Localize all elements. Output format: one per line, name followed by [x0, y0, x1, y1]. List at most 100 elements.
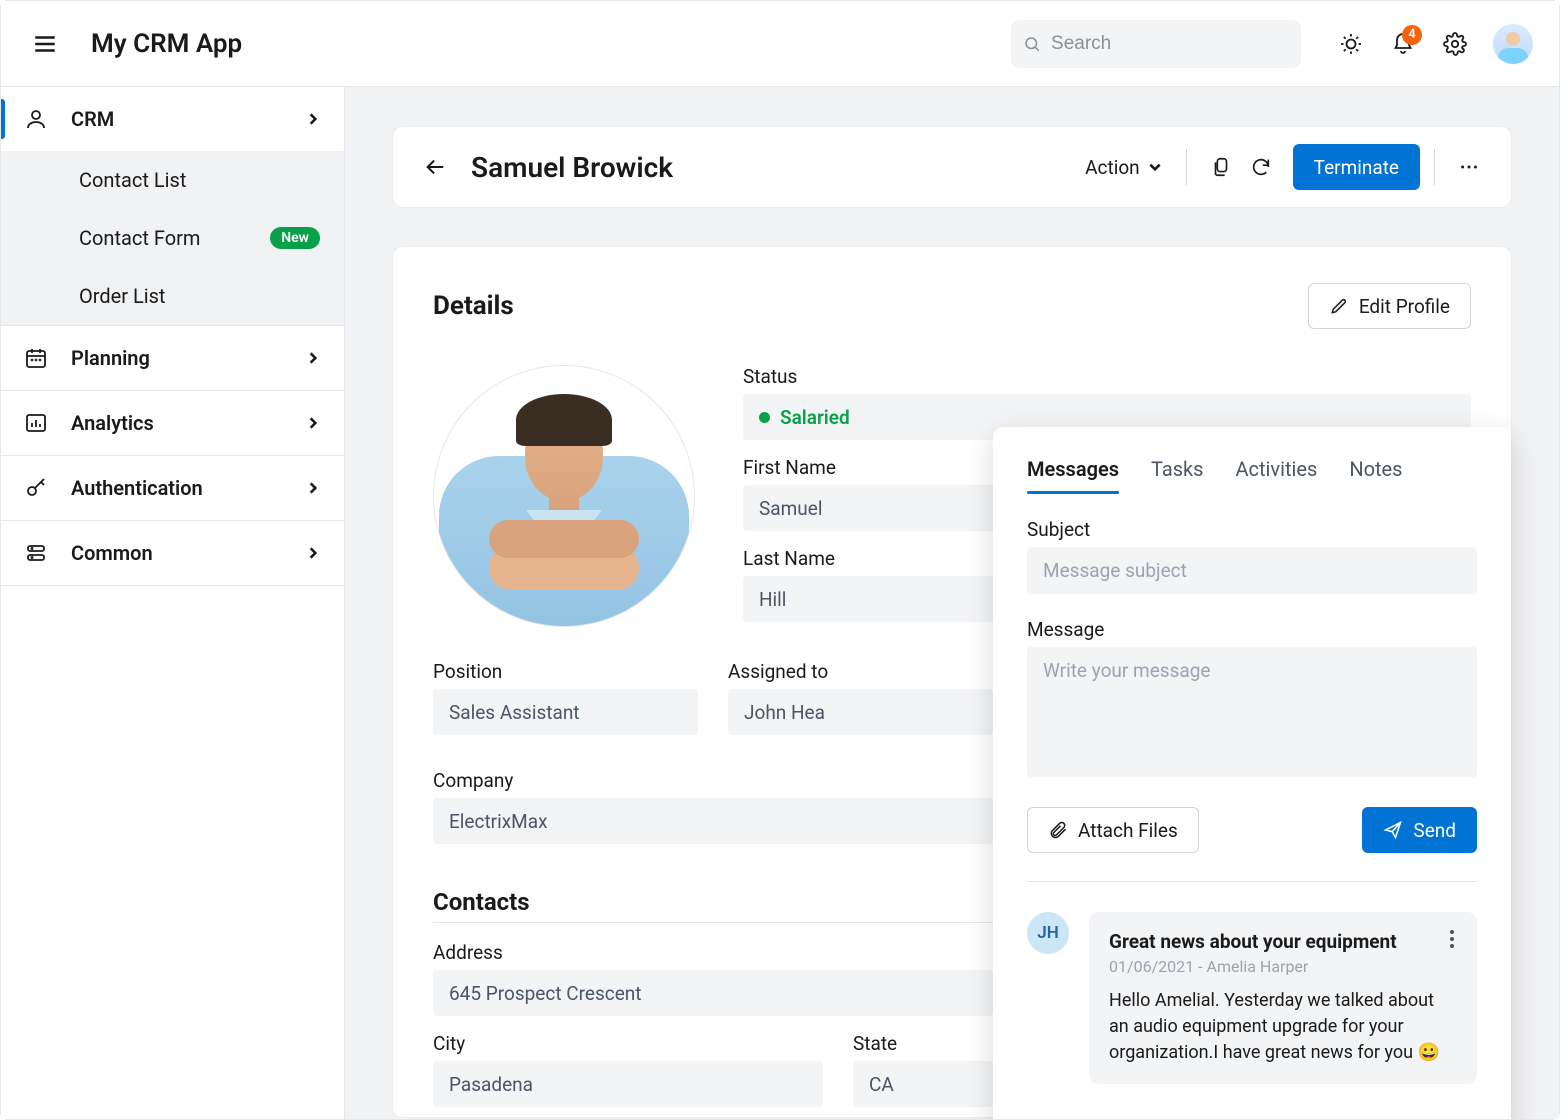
messages-panel: Messages Tasks Activities Notes Subject …	[993, 427, 1511, 1119]
chevron-right-icon	[306, 107, 320, 131]
message-body: Great news about your equipment 01/06/20…	[1089, 912, 1477, 1084]
new-badge: New	[270, 227, 320, 249]
search-input[interactable]	[1049, 32, 1289, 56]
menu-toggle-button[interactable]	[21, 20, 69, 68]
user-avatar[interactable]	[1493, 24, 1533, 64]
subject-label: Subject	[1027, 518, 1477, 541]
panel-tabs: Messages Tasks Activities Notes	[1027, 457, 1477, 494]
sidebar-item-label: Analytics	[71, 411, 154, 435]
message-title: Great news about your equipment	[1109, 930, 1457, 953]
divider	[1434, 149, 1435, 185]
copy-icon	[1210, 156, 1232, 178]
terminate-button[interactable]: Terminate	[1293, 144, 1420, 190]
message-input[interactable]	[1027, 647, 1477, 777]
state-label: State	[853, 1032, 993, 1055]
sidebar-item-label: Contact Form	[79, 226, 200, 250]
search-icon	[1023, 34, 1041, 54]
app-title: My CRM App	[91, 29, 242, 59]
sidebar: CRM Contact List Contact Form New Order …	[1, 87, 345, 1119]
assigned-value: John Hea	[728, 689, 993, 735]
position-value: Sales Assistant	[433, 689, 698, 735]
address-value: 645 Prospect Crescent	[433, 970, 993, 1016]
refresh-icon	[1250, 156, 1272, 178]
sun-icon	[1339, 32, 1363, 56]
attach-files-button[interactable]: Attach Files	[1027, 807, 1199, 853]
theme-toggle-button[interactable]	[1329, 22, 1373, 66]
message-meta: 01/06/2021 - Amelia Harper	[1109, 957, 1457, 976]
sidebar-item-contact-list[interactable]: Contact List	[1, 151, 344, 209]
edit-profile-button[interactable]: Edit Profile	[1308, 283, 1471, 329]
message-author: Amelia Harper	[1207, 957, 1309, 976]
details-title: Details	[433, 291, 514, 321]
notification-badge: 4	[1402, 25, 1422, 45]
sidebar-item-label: Planning	[71, 346, 150, 370]
profile-photo	[433, 365, 695, 627]
state-value: CA	[853, 1061, 993, 1107]
message-label: Message	[1027, 618, 1477, 641]
sidebar-item-label: CRM	[71, 107, 114, 131]
message-more-button[interactable]	[1443, 930, 1461, 948]
send-button[interactable]: Send	[1362, 807, 1477, 853]
stack-icon	[23, 540, 49, 566]
page-title: Samuel Browick	[471, 151, 673, 184]
status-dot-icon	[759, 412, 770, 423]
address-label: Address	[433, 941, 993, 964]
chevron-right-icon	[306, 476, 320, 500]
sidebar-item-label: Common	[71, 541, 153, 565]
sidebar-item-order-list[interactable]: Order List	[1, 267, 344, 325]
chart-icon	[23, 410, 49, 436]
sidebar-item-common[interactable]: Common	[1, 521, 344, 585]
message-avatar: JH	[1027, 912, 1069, 954]
sidebar-item-planning[interactable]: Planning	[1, 326, 344, 390]
chevron-right-icon	[306, 346, 320, 370]
gear-icon	[1443, 32, 1467, 56]
sidebar-item-contact-form[interactable]: Contact Form New	[1, 209, 344, 267]
refresh-button[interactable]	[1241, 147, 1281, 187]
back-button[interactable]	[415, 147, 455, 187]
copy-button[interactable]	[1201, 147, 1241, 187]
action-label: Action	[1085, 156, 1140, 179]
action-dropdown[interactable]: Action	[1075, 148, 1172, 187]
status-text: Salaried	[780, 406, 850, 429]
tab-tasks[interactable]: Tasks	[1151, 457, 1204, 493]
tab-notes[interactable]: Notes	[1349, 457, 1402, 493]
sidebar-item-analytics[interactable]: Analytics	[1, 391, 344, 455]
user-icon	[23, 106, 49, 132]
subject-input[interactable]	[1027, 547, 1477, 594]
more-button[interactable]	[1449, 147, 1489, 187]
divider	[433, 922, 993, 923]
settings-button[interactable]	[1433, 22, 1477, 66]
divider	[1186, 149, 1187, 185]
paperclip-icon	[1048, 820, 1068, 840]
message-text: Hello Amelial. Yesterday we talked about…	[1109, 988, 1457, 1066]
attach-label: Attach Files	[1078, 819, 1178, 842]
pencil-icon	[1329, 296, 1349, 316]
company-value: ElectrixMax	[433, 798, 993, 844]
calendar-icon	[23, 345, 49, 371]
chevron-right-icon	[306, 411, 320, 435]
tab-messages[interactable]: Messages	[1027, 457, 1119, 493]
page-header: Samuel Browick Action Terminate	[393, 127, 1511, 207]
sidebar-item-crm[interactable]: CRM	[1, 87, 344, 151]
hamburger-icon	[32, 31, 58, 57]
key-icon	[23, 475, 49, 501]
message-date: 01/06/2021	[1109, 957, 1194, 976]
edit-profile-label: Edit Profile	[1359, 295, 1450, 318]
sidebar-item-authentication[interactable]: Authentication	[1, 456, 344, 520]
send-icon	[1383, 820, 1403, 840]
notifications-button[interactable]: 4	[1381, 22, 1425, 66]
chevron-right-icon	[306, 541, 320, 565]
layout: CRM Contact List Contact Form New Order …	[1, 87, 1559, 1119]
divider	[1027, 881, 1477, 882]
sidebar-item-label: Authentication	[71, 476, 203, 500]
search-box[interactable]	[1011, 20, 1301, 68]
position-label: Position	[433, 660, 698, 683]
tab-activities[interactable]: Activities	[1236, 457, 1318, 493]
city-value: Pasadena	[433, 1061, 823, 1107]
message-sep: -	[1194, 957, 1206, 976]
assigned-label: Assigned to	[728, 660, 993, 683]
chevron-down-icon	[1148, 160, 1162, 174]
top-bar: My CRM App 4	[1, 1, 1559, 87]
arrow-left-icon	[423, 156, 447, 178]
sidebar-item-label: Contact List	[79, 168, 186, 192]
